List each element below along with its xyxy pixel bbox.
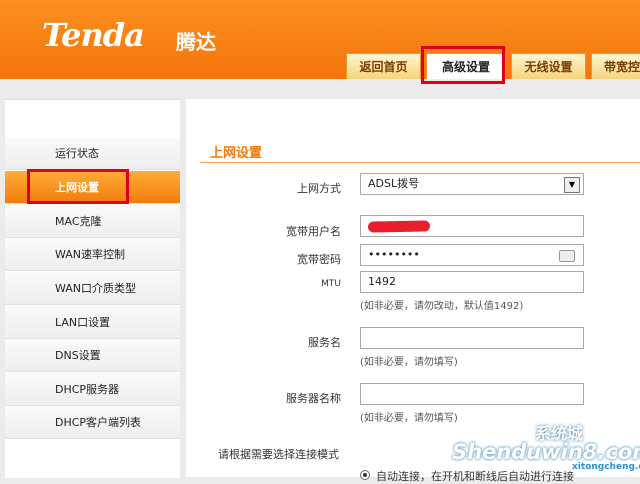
connection-mode-label: 请根据需要选择连接模式	[218, 448, 339, 461]
tab-home[interactable]: 返回首页	[346, 53, 421, 79]
username-field[interactable]	[360, 215, 584, 237]
auto-connect-radio[interactable]	[360, 470, 370, 480]
server-label: 服务器名称	[286, 392, 341, 405]
tab-advanced[interactable]: 高级设置	[426, 53, 506, 79]
redaction-mark	[367, 220, 431, 233]
server-name-field[interactable]	[360, 383, 584, 405]
section-title: 上网设置	[210, 146, 263, 161]
mtu-field[interactable]: 1492	[360, 271, 584, 293]
password-label: 宽带密码	[297, 253, 341, 266]
service-hint: (如非必要，请勿填写)	[360, 357, 458, 368]
connection-mode-select[interactable]: ADSL拨号 ▼	[360, 173, 584, 195]
mode-label: 上网方式	[297, 182, 341, 195]
watermark-url: xitongcheng.com	[572, 462, 640, 472]
header-bar: Tenda 腾达 返回首页 高级设置 无线设置 带宽控	[0, 0, 640, 79]
mtu-value: 1492	[368, 275, 396, 288]
sidebar-item-internet-settings[interactable]: 上网设置	[5, 171, 180, 204]
sidebar-item-dhcp-server[interactable]: DHCP服务器	[5, 373, 180, 406]
password-field[interactable]: ••••••••	[360, 244, 584, 266]
username-label: 宽带用户名	[286, 225, 341, 238]
watermark-text: Shenduwin8.com	[452, 440, 640, 464]
auto-connect-label: 自动连接，在开机和断线后自动进行连接	[376, 470, 574, 483]
service-name-field[interactable]	[360, 327, 584, 349]
server-hint: (如非必要，请勿填写)	[360, 413, 458, 424]
tab-bandwidth[interactable]: 带宽控	[591, 53, 640, 79]
sidebar-item-wan-rate[interactable]: WAN速率控制	[5, 238, 180, 271]
dropdown-arrow-icon[interactable]: ▼	[564, 177, 580, 193]
sidebar-item-wan-media[interactable]: WAN口介质类型	[5, 272, 180, 305]
service-label: 服务名	[308, 336, 341, 349]
mtu-label: MTU	[321, 279, 341, 289]
brand-name: 腾达	[176, 30, 216, 54]
sidebar-item-dhcp-clients[interactable]: DHCP客户端列表	[5, 406, 180, 439]
sidebar-item-dns[interactable]: DNS设置	[5, 339, 180, 372]
sidebar-item-lan[interactable]: LAN口设置	[5, 306, 180, 339]
tab-wireless[interactable]: 无线设置	[511, 53, 586, 79]
sidebar-item-status[interactable]: 运行状态	[5, 137, 180, 170]
keyboard-icon	[559, 250, 575, 262]
title-divider	[200, 162, 640, 163]
tenda-logo: Tenda	[42, 16, 145, 54]
mtu-hint: (如非必要，请勿改动，默认值1492)	[360, 301, 524, 312]
connection-mode-value: ADSL拨号	[368, 177, 420, 190]
sidebar-item-mac-clone[interactable]: MAC克隆	[5, 205, 180, 238]
sidebar: 运行状态 上网设置 MAC克隆 WAN速率控制 WAN口介质类型 LAN口设置 …	[5, 99, 180, 478]
password-value: ••••••••	[368, 248, 420, 261]
